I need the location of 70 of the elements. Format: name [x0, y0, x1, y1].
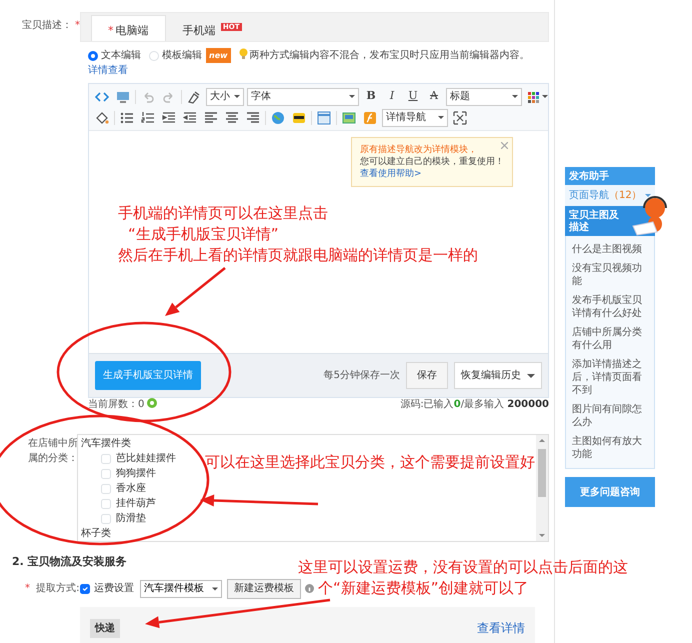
format-button[interactable]: B — [362, 88, 380, 106]
source-count: 源码:已输入0/最多输入 200000 — [400, 398, 549, 412]
help-icon[interactable] — [147, 398, 158, 408]
help-question-link[interactable]: 没有宝贝视频功能 — [566, 259, 654, 291]
help-link[interactable]: 查看使用帮助> — [360, 169, 422, 180]
fullscreen-icon[interactable] — [451, 108, 469, 127]
caret-icon — [349, 95, 355, 98]
caret-icon — [438, 116, 444, 120]
format-button[interactable]: I — [383, 88, 401, 106]
annotation-text: 然后在手机上看的详情页就跟电脑端的详情页是一样的 — [118, 245, 478, 265]
screen-count: 当前屏数：0 — [88, 399, 144, 410]
field-label: 提取方式: — [35, 583, 80, 594]
details-link[interactable]: 查看详情 — [477, 618, 525, 637]
help-question-link[interactable]: 店铺中所属分类有什么用 — [566, 323, 654, 355]
annotation-text: 手机端的详情页可以在这里点击 — [118, 203, 328, 223]
save-button[interactable]: 保存 — [406, 362, 448, 390]
lightbulb-icon — [238, 48, 248, 60]
heading-select[interactable]: 标题 — [446, 88, 522, 106]
template-select[interactable]: 汽车摆件模板 — [140, 580, 222, 598]
help-question-link[interactable]: 图片间有间隙怎么办 — [566, 400, 654, 432]
checkbox[interactable] — [80, 584, 90, 594]
checkbox-label[interactable]: 芭比娃娃摆件 — [116, 451, 176, 466]
scrollbar[interactable] — [536, 435, 548, 542]
tab[interactable]: * 电脑端 — [91, 15, 166, 41]
info-icon[interactable] — [305, 584, 314, 594]
field-label: 在店铺中所属的分类： — [28, 438, 78, 464]
history-dropdown[interactable]: 恢复编辑历史 — [454, 362, 542, 390]
caret-icon — [512, 95, 518, 98]
new-template-button[interactable]: 新建运费模板 — [227, 578, 301, 599]
annotation-arrow — [165, 267, 226, 316]
radio-button[interactable] — [88, 50, 98, 60]
sidebar-title: 发布助手 — [565, 167, 655, 185]
checkbox-label[interactable]: 运费设置 — [94, 581, 134, 596]
category-group: 杯子类 — [81, 526, 532, 542]
field-label: 宝贝描述： — [22, 20, 72, 31]
caret-icon — [527, 374, 535, 378]
tooltip-text: 原有描述导航改为详情模块， — [360, 144, 478, 156]
nav-select[interactable]: 详情导航 — [382, 108, 448, 127]
annotation-text: 可以在这里选择此宝贝分类，这个需要提前设置好 — [205, 452, 535, 472]
tooltip-text: 您可以建立自己的模块，重复使用！ — [360, 156, 504, 168]
help-question-link[interactable]: 主图如何有放大功能 — [566, 432, 654, 464]
autosave-note: 每5分钟保存一次 — [324, 368, 400, 384]
annotation-text: “生成手机版宝贝详情” — [128, 224, 279, 244]
help-question-link[interactable]: 发布手机版宝贝详情有什么好处 — [566, 291, 654, 323]
checkbox-label[interactable]: 香水座 — [116, 481, 146, 496]
required-mark: * — [75, 20, 80, 31]
help-question-link[interactable]: 什么是主图视频 — [566, 240, 654, 259]
section-title: 2. 宝贝物流及安装服务 — [11, 554, 127, 570]
annotation-text: 这里可以设置运费，没有设置的可以点击后面的这 — [298, 557, 628, 577]
checkbox-label[interactable]: 挂件葫芦 — [116, 496, 156, 512]
caret-icon — [234, 95, 240, 98]
required-mark: * — [25, 583, 30, 594]
details-link[interactable]: 详情查看 — [88, 65, 128, 76]
shipping-method-tag: 快递 — [90, 618, 120, 638]
table-icon[interactable] — [315, 108, 333, 127]
checkbox-label[interactable]: 狗狗摆件 — [116, 466, 156, 482]
format-button[interactable]: U — [404, 88, 422, 106]
tip-text: 两种方式编辑内容不混合，发布宝贝时只应用当前编辑器内容。 — [250, 50, 530, 62]
radio-label[interactable]: 模板编辑 — [162, 48, 202, 63]
checkbox-label[interactable]: 防滑垫 — [116, 511, 146, 526]
annotation-text: 个“新建运费模板”创建就可以了 — [318, 578, 529, 598]
category-group: 汽车摆件类 — [81, 436, 532, 452]
help-question-link[interactable]: 添加详情描述之后，详情页面看不到 — [566, 355, 654, 400]
new-badge: new — [206, 48, 231, 63]
caret-icon — [212, 586, 218, 591]
radio-label[interactable]: 文本编辑 — [101, 48, 141, 63]
close-icon[interactable] — [501, 142, 508, 150]
font-select[interactable]: 字体 — [247, 88, 359, 106]
format-button[interactable]: A — [425, 88, 443, 106]
size-select[interactable]: 大小 — [206, 88, 244, 106]
